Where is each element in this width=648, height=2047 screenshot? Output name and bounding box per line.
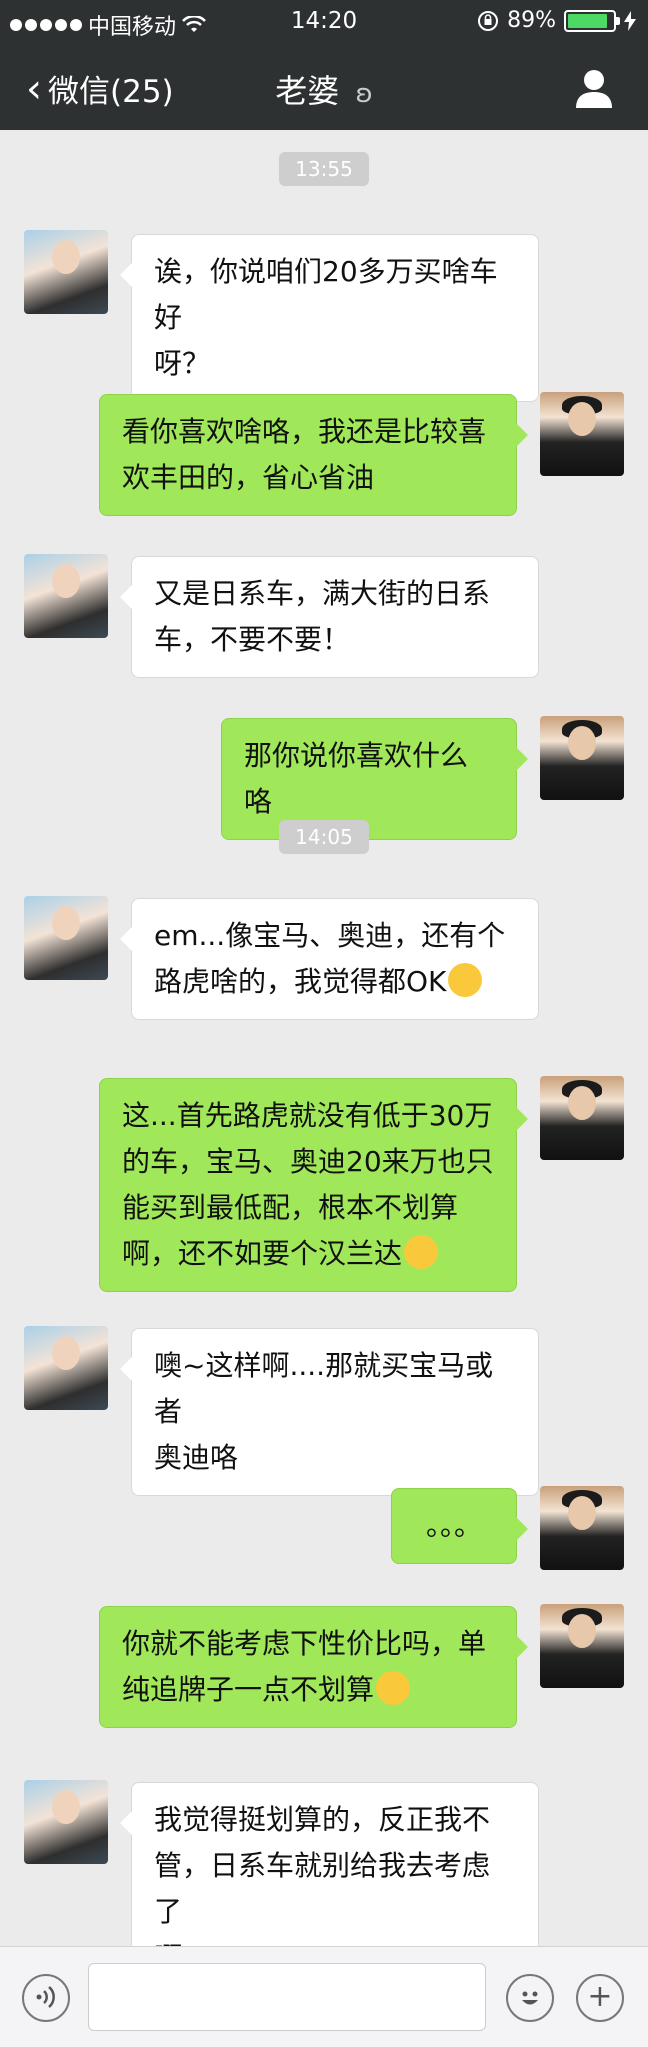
flushed-emoji-icon bbox=[404, 1235, 439, 1269]
message-bubble[interactable]: 这...首先路虎就没有低于30万 的车，宝马、奥迪20来万也只 能买到最低配，根… bbox=[99, 1078, 528, 1292]
chat-area[interactable]: 13:55 诶，你说咱们20多万买啥车好 呀？ 看你喜欢啥咯，我还是比较喜 欢丰… bbox=[0, 130, 648, 1996]
plus-icon: + bbox=[587, 1979, 613, 2014]
top-bar: 中国移动 14:20 89% ‹ 微信(25) 老婆 ʚ bbox=[0, 0, 648, 130]
avatar-him[interactable] bbox=[540, 1604, 624, 1688]
chat-title: 老婆 ʚ bbox=[0, 66, 648, 112]
message-bubble[interactable]: 噢~这样啊....那就买宝马或者 奥迪咯 bbox=[120, 1328, 539, 1496]
timestamp: 14:05 bbox=[0, 820, 648, 854]
earpiece-icon: ʚ bbox=[355, 79, 373, 109]
message-bubble[interactable]: 又是日系车，满大街的日系 车，不要不要！ bbox=[120, 556, 539, 678]
more-functions-button[interactable]: + bbox=[576, 1974, 624, 2022]
chat-title-text: 老婆 bbox=[275, 72, 340, 110]
avatar-her[interactable] bbox=[24, 554, 108, 638]
status-bar: 中国移动 14:20 89% bbox=[0, 0, 648, 46]
emoji-button[interactable] bbox=[506, 1974, 554, 2022]
laughing-emoji-icon bbox=[376, 1671, 411, 1705]
status-right: 89% bbox=[477, 8, 636, 33]
smiley-icon bbox=[522, 1991, 538, 2005]
timestamp: 13:55 bbox=[0, 152, 648, 186]
avatar-him[interactable] bbox=[540, 716, 624, 800]
rotation-lock-icon bbox=[478, 10, 499, 31]
message-bubble[interactable]: 。。。 bbox=[391, 1488, 528, 1564]
message-bubble[interactable]: em...像宝马、奥迪，还有个 路虎啥的，我觉得都OK bbox=[120, 898, 539, 1020]
battery-percent: 89% bbox=[507, 8, 556, 33]
avatar-him[interactable] bbox=[540, 1486, 624, 1570]
avatar-her[interactable] bbox=[24, 1780, 108, 1864]
avatar-her[interactable] bbox=[24, 896, 108, 980]
message-bubble[interactable]: 你就不能考虑下性价比吗，单 纯追牌子一点不划算 bbox=[99, 1606, 528, 1728]
input-bar: + bbox=[0, 1946, 648, 2047]
message-input[interactable] bbox=[88, 1963, 486, 2031]
contact-profile-icon[interactable] bbox=[572, 66, 616, 110]
message-bubble[interactable]: 诶，你说咱们20多万买啥车好 呀？ bbox=[120, 234, 539, 402]
avatar-him[interactable] bbox=[540, 392, 624, 476]
avatar-her[interactable] bbox=[24, 1326, 108, 1410]
smile-emoji-icon bbox=[448, 963, 483, 997]
voice-input-button[interactable] bbox=[22, 1974, 70, 2022]
battery-icon bbox=[564, 9, 620, 32]
voice-icon bbox=[36, 1986, 55, 2008]
message-bubble[interactable]: 看你喜欢啥咯，我还是比较喜 欢丰田的，省心省油 bbox=[99, 394, 528, 516]
avatar-him[interactable] bbox=[540, 1076, 624, 1160]
avatar-her[interactable] bbox=[24, 230, 108, 314]
charging-icon bbox=[624, 10, 636, 31]
nav-bar: ‹ 微信(25) 老婆 ʚ bbox=[0, 46, 648, 130]
